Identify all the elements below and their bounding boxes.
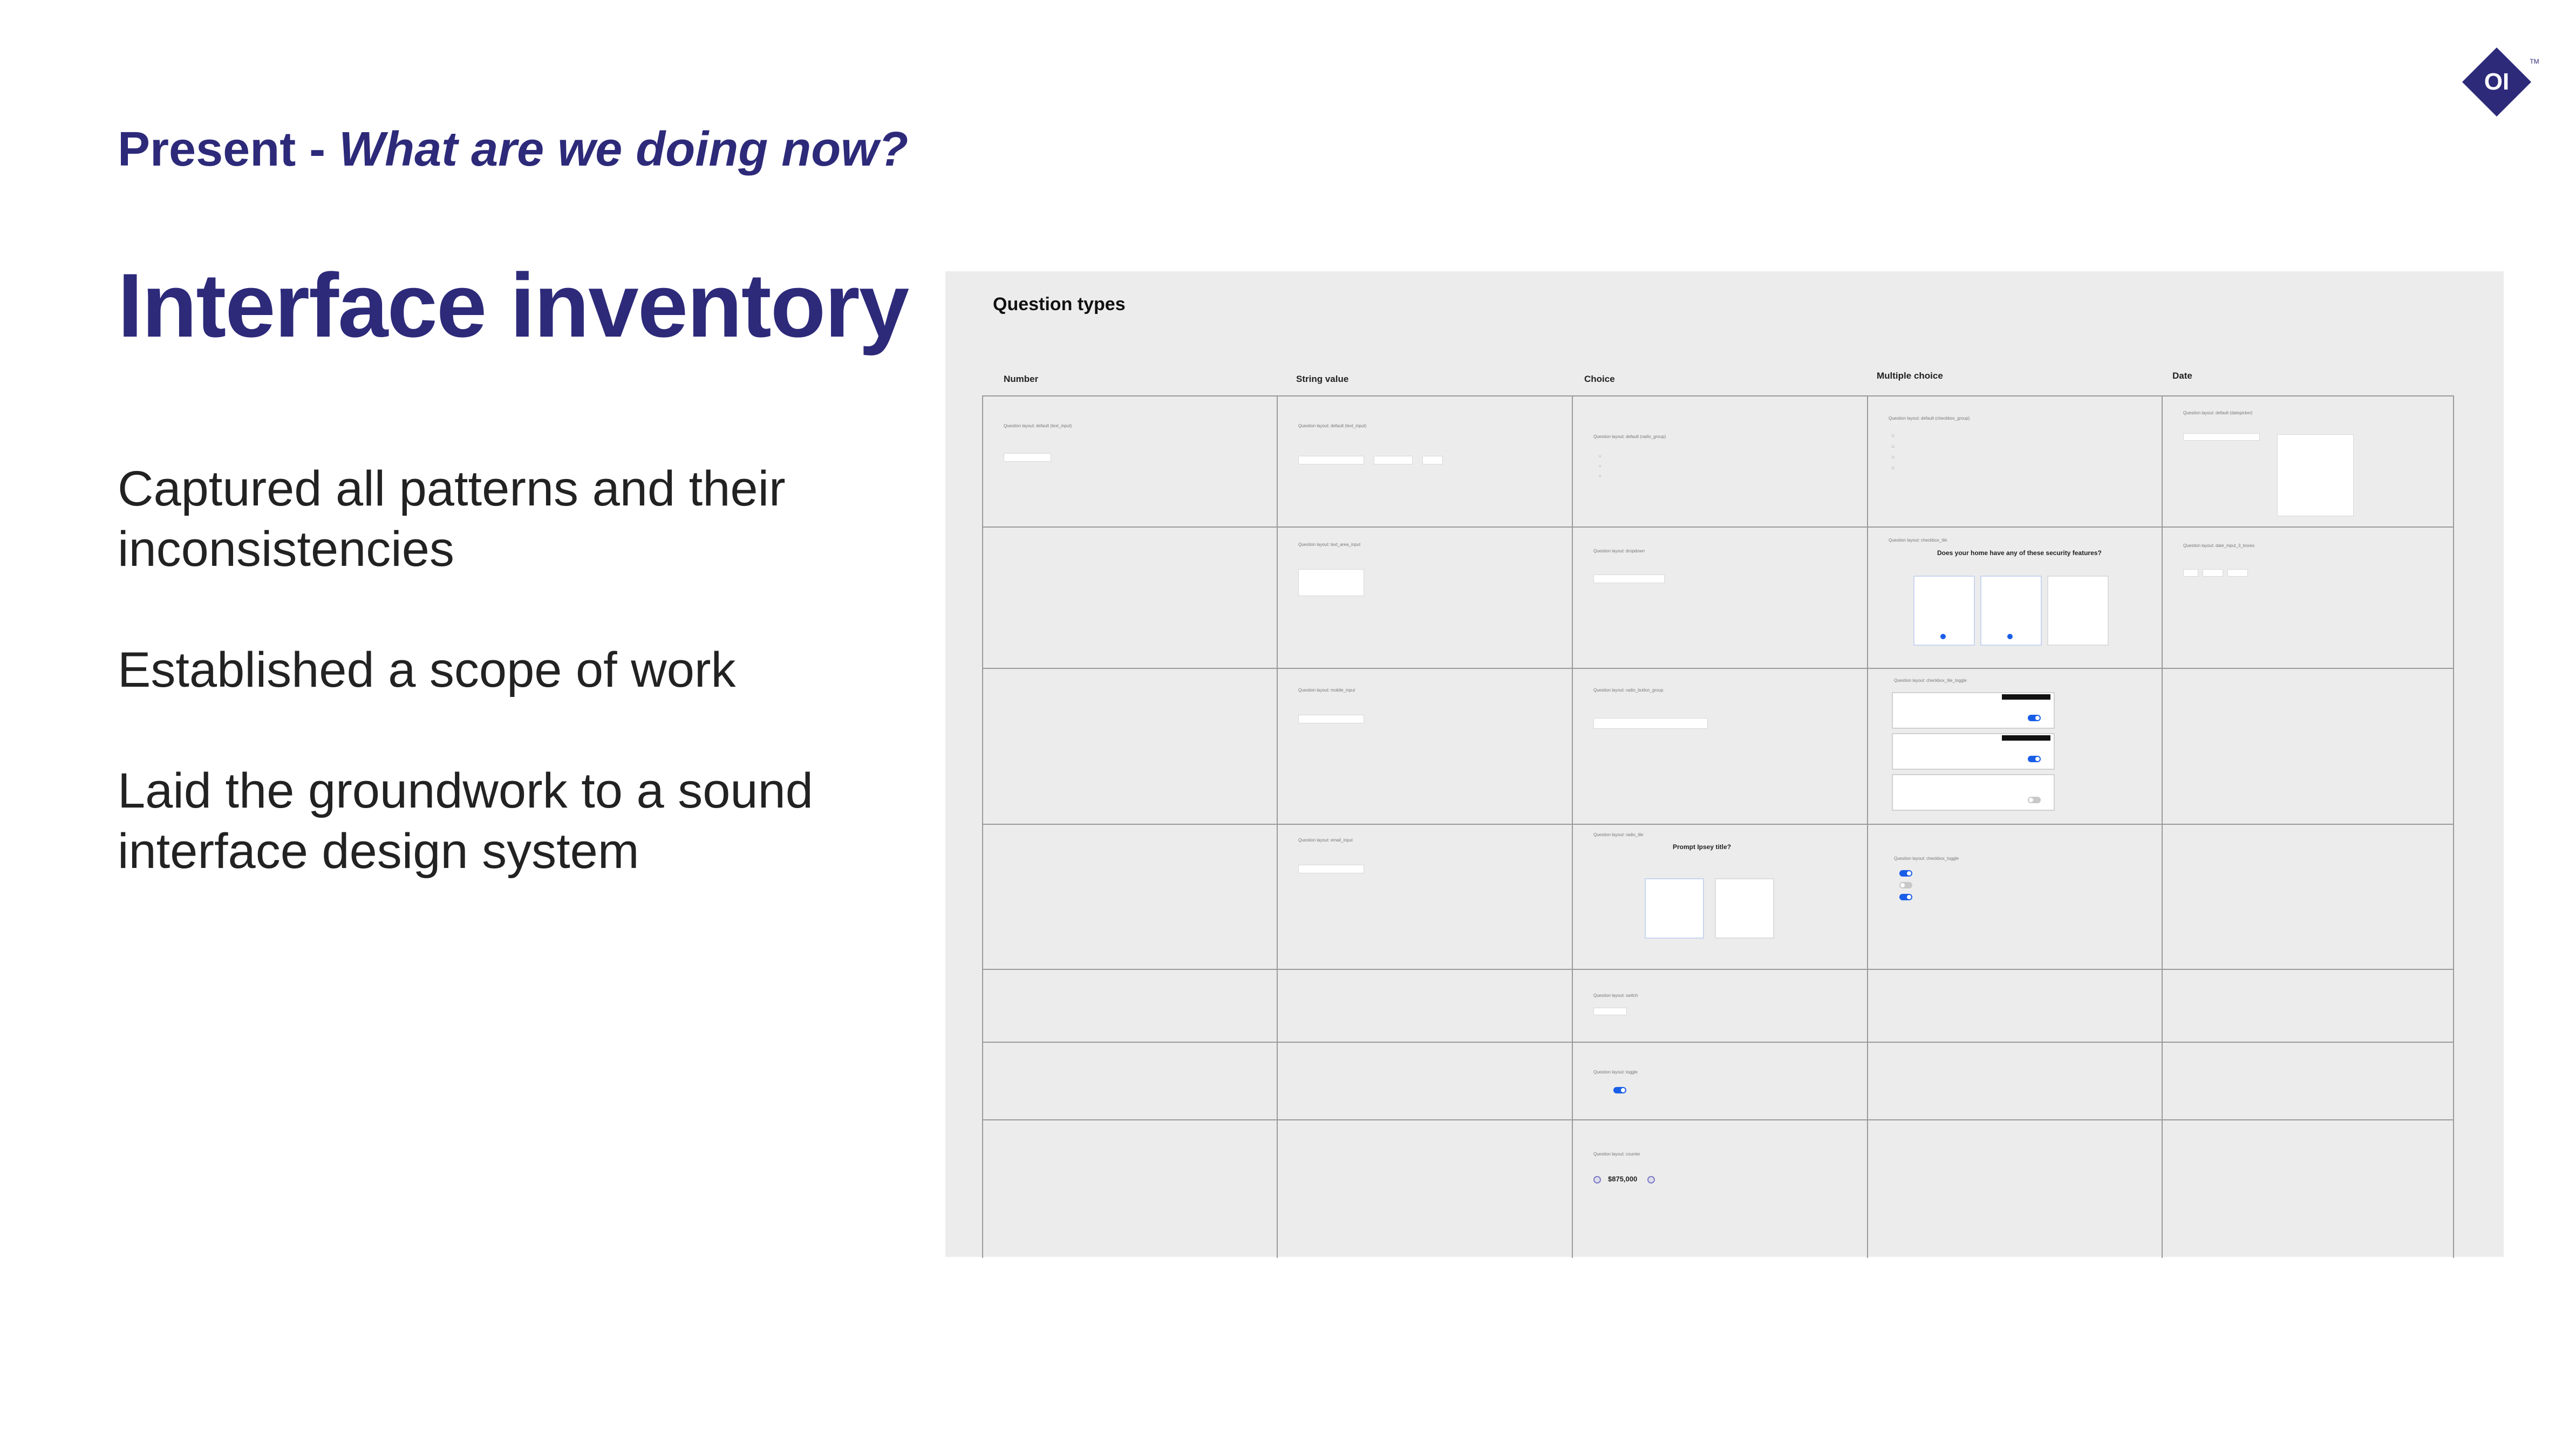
- column-header-choice: Choice: [1584, 374, 1615, 384]
- text-input[interactable]: [1422, 456, 1443, 464]
- email-input[interactable]: [1298, 865, 1364, 873]
- cell-caption: Question layout: default (checkbox_group…: [1889, 416, 1970, 421]
- radio-option[interactable]: ○: [1599, 455, 1601, 459]
- cell-caption: Question layout: default (datepicker): [2183, 411, 2253, 415]
- toggle-switch[interactable]: [1613, 1087, 1626, 1093]
- inventory-panel: Question types Number String value Choic…: [945, 271, 2504, 1258]
- slide-title: Interface inventory: [118, 255, 909, 356]
- cell-caption: Question layout: dropdown: [1593, 549, 1645, 553]
- cell-caption: Question layout: date_input_3_boxes: [2183, 543, 2255, 548]
- cell-caption: Question layout: default (radio_group): [1593, 434, 1666, 439]
- date-box[interactable]: [2183, 569, 2198, 577]
- date-input[interactable]: [2183, 433, 2260, 441]
- checkbox-tile-toggle[interactable]: [1892, 774, 2055, 811]
- bullet-item: Captured all patterns and their inconsis…: [118, 461, 786, 577]
- switch-control[interactable]: [1593, 1008, 1627, 1015]
- counter-value: $875,000: [1608, 1175, 1638, 1183]
- checkbox-option[interactable]: □: [1892, 467, 1894, 470]
- trademark-mark: TM: [2530, 58, 2539, 65]
- number-input[interactable]: [1004, 453, 1051, 462]
- column-header-date: Date: [2172, 371, 2192, 381]
- cell-caption: Question layout: text_area_input: [1298, 542, 1361, 547]
- tile-header-bar: [2002, 735, 2050, 741]
- bullet-list: Captured all patterns and their inconsis…: [118, 459, 916, 942]
- tile-toggle[interactable]: [2028, 797, 2041, 803]
- checkbox-option[interactable]: □: [1892, 445, 1894, 449]
- tile-toggle[interactable]: [2028, 756, 2041, 762]
- prompt-title: Prompt Ipsey title?: [1673, 843, 1732, 851]
- cell-caption: Question layout: checkbox_tile_toggle: [1894, 678, 1967, 683]
- cell-caption: Question layout: radio_tile: [1593, 832, 1644, 837]
- bullet-item: Established a scope of work: [118, 642, 736, 697]
- tile-header-bar: [2002, 694, 2050, 700]
- radio-option[interactable]: ○: [1599, 474, 1601, 478]
- cell-caption: Question layout: default (text_input): [1004, 423, 1072, 428]
- counter-increment-button[interactable]: [1647, 1176, 1655, 1184]
- cell-caption: Question layout: radio_button_group: [1593, 688, 1664, 693]
- column-header-string: String value: [1296, 374, 1349, 384]
- eyebrow-prefix: Present -: [118, 122, 339, 176]
- cell-caption: Question layout: checkbox_tile: [1889, 538, 1947, 543]
- cell-caption: Question layout: checkbox_toggle: [1894, 856, 1959, 861]
- tile-check-icon: [1940, 634, 1946, 639]
- cell-caption: Question layout: mobile_input: [1298, 688, 1355, 693]
- datepicker-calendar[interactable]: [2277, 434, 2354, 516]
- text-input[interactable]: [1298, 456, 1364, 464]
- multi-question: Does your home have any of these securit…: [1937, 549, 2102, 557]
- checkbox-option[interactable]: □: [1892, 434, 1894, 438]
- cell-caption: Question layout: switch: [1593, 993, 1638, 998]
- column-header-number: Number: [1004, 374, 1039, 384]
- radio-tile[interactable]: [1715, 878, 1774, 939]
- checkbox-toggle[interactable]: [1899, 882, 1912, 888]
- cell-caption: Question layout: email_input: [1298, 838, 1353, 843]
- checkbox-option[interactable]: □: [1892, 456, 1894, 460]
- eyebrow-question: What are we doing now?: [339, 122, 909, 176]
- text-input[interactable]: [1374, 456, 1413, 464]
- oi-logo: OI TM: [2462, 47, 2539, 117]
- column-header-multiple-choice: Multiple choice: [1877, 371, 1943, 381]
- dropdown-select[interactable]: [1593, 574, 1665, 583]
- date-box[interactable]: [2227, 569, 2248, 577]
- checkbox-toggle[interactable]: [1899, 870, 1912, 877]
- cell-caption: Question layout: toggle: [1593, 1070, 1638, 1075]
- radio-option[interactable]: ○: [1599, 464, 1601, 468]
- section-eyebrow: Present - What are we doing now?: [118, 122, 908, 177]
- counter-decrement-button[interactable]: [1593, 1176, 1601, 1184]
- checkbox-toggle[interactable]: [1899, 894, 1912, 900]
- inventory-grid: Question layout: default (text_input) Qu…: [982, 395, 2454, 1258]
- checkbox-tile[interactable]: [2047, 576, 2109, 646]
- cell-caption: Question layout: default (text_input): [1298, 423, 1367, 428]
- date-box[interactable]: [2203, 569, 2223, 577]
- inventory-title: Question types: [993, 294, 1126, 314]
- tile-check-icon: [2007, 634, 2013, 639]
- cell-caption: Question layout: counter: [1593, 1152, 1640, 1157]
- radio-tile[interactable]: [1645, 878, 1704, 939]
- bullet-item: Laid the groundwork to a sound interface…: [118, 763, 813, 879]
- tile-toggle[interactable]: [2028, 715, 2041, 721]
- radio-button-group[interactable]: [1593, 718, 1708, 729]
- mobile-input[interactable]: [1298, 715, 1364, 723]
- logo-text: OI: [2484, 69, 2509, 95]
- text-area[interactable]: [1298, 569, 1364, 596]
